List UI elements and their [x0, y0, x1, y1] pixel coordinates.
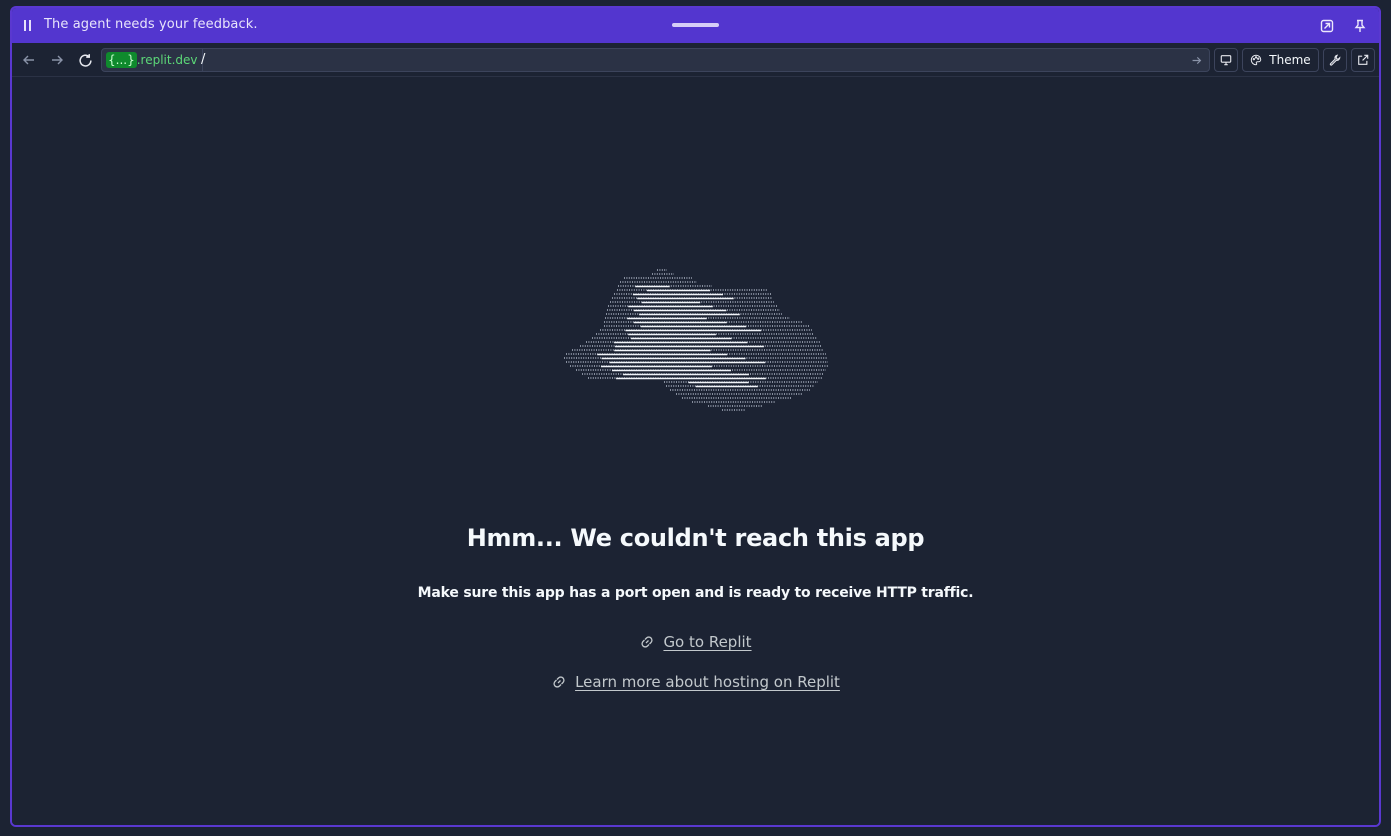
monitor-icon [1220, 55, 1232, 66]
url-domain-suffix: .replit.dev [136, 53, 198, 67]
pause-icon[interactable] [23, 20, 33, 32]
url-domain-highlight: {...} [106, 52, 137, 68]
open-external-button[interactable] [1351, 48, 1375, 72]
theme-button[interactable]: Theme [1242, 48, 1319, 72]
url-bar[interactable]: {...} .replit.dev / [101, 48, 1210, 72]
wrench-icon [1329, 54, 1341, 66]
feedback-message: The agent needs your feedback. [44, 17, 258, 32]
link-icon [551, 674, 567, 690]
url-domain: {...} .replit.dev [102, 49, 203, 71]
error-subtitle: Make sure this app has a port open and i… [417, 585, 974, 601]
error-title: Hmm... We couldn't reach this app [466, 524, 925, 552]
window-backdrop: The agent needs your feedback. {...} .re… [0, 0, 1391, 836]
go-to-replit-row: Go to Replit [12, 633, 1379, 651]
learn-more-row: Learn more about hosting on Replit [12, 673, 1379, 691]
expand-icon[interactable] [1317, 16, 1337, 36]
pin-icon[interactable] [1350, 16, 1370, 36]
url-path-input[interactable]: / [201, 52, 205, 67]
link-icon [639, 634, 655, 650]
drag-handle[interactable] [672, 23, 719, 27]
webview-panel: The agent needs your feedback. {...} .re… [10, 6, 1381, 827]
external-link-icon [1358, 54, 1369, 65]
devtools-button[interactable] [1323, 48, 1347, 72]
learn-more-hosting-link[interactable]: Learn more about hosting on Replit [575, 673, 840, 691]
arrow-left-icon[interactable] [19, 50, 39, 70]
ascii-cloud-illustration [564, 269, 828, 411]
palette-icon [1251, 54, 1262, 66]
go-arrow-icon[interactable] [1189, 53, 1203, 67]
reload-icon[interactable] [75, 50, 95, 70]
go-to-replit-link[interactable]: Go to Replit [663, 633, 751, 651]
arrow-right-icon[interactable] [47, 50, 67, 70]
url-toolbar: {...} .replit.dev / Theme [12, 43, 1379, 77]
device-preview-button[interactable] [1214, 48, 1238, 72]
feedback-banner: The agent needs your feedback. [12, 8, 1379, 43]
theme-label: Theme [1269, 53, 1311, 67]
webview-content: Hmm... We couldn't reach this app Make s… [12, 78, 1379, 825]
